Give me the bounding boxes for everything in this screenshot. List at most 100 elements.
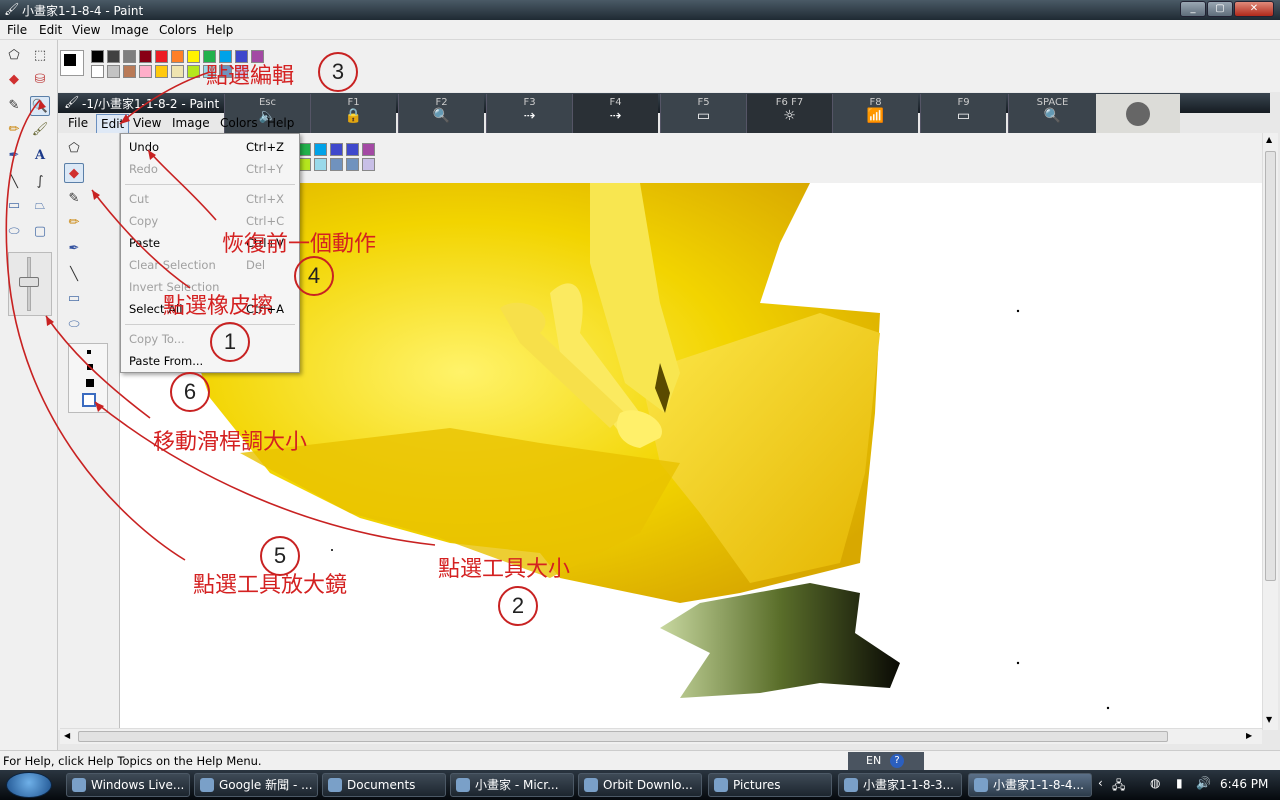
menu-file[interactable]: File [7, 23, 27, 37]
taskbar-button[interactable]: 小畫家1-1-8-4... [968, 773, 1092, 797]
edit-menu-item-copy-to[interactable]: Copy To... [129, 332, 185, 346]
color-swatch[interactable] [187, 65, 200, 78]
curve-icon[interactable]: ∫ [30, 172, 50, 192]
taskbar-button[interactable]: Windows Live... [66, 773, 190, 797]
start-button[interactable] [6, 772, 52, 798]
tray-volume-icon[interactable]: 🔊 [1196, 776, 1211, 790]
tray-power-icon[interactable]: ▮ [1176, 776, 1183, 790]
horizontal-scrollbar[interactable]: ◀ ▶ [60, 728, 1262, 744]
brush-icon[interactable]: 🖌 [30, 120, 50, 140]
edit-menu-item-undo[interactable]: Undo Ctrl+Z [129, 140, 284, 154]
taskbar-button[interactable]: Google 新聞 - ... [194, 773, 318, 797]
vertical-scroll-thumb[interactable] [1265, 151, 1276, 581]
inner-ellipse-icon[interactable]: ⬭ [64, 315, 84, 335]
color-swatch[interactable] [91, 50, 104, 63]
inner-free-select-icon[interactable]: ⬠ [64, 139, 84, 159]
size-option-4[interactable] [82, 393, 96, 407]
vertical-scrollbar[interactable]: ▲ ▼ [1262, 133, 1278, 730]
minimize-button[interactable]: _ [1180, 1, 1206, 17]
color-swatch[interactable] [139, 50, 152, 63]
inner-line-icon[interactable]: ╲ [64, 265, 84, 285]
color-swatch[interactable] [107, 50, 120, 63]
color-swatch[interactable] [107, 65, 120, 78]
inner-rectangle-icon[interactable]: ▭ [64, 289, 84, 309]
scroll-right-icon[interactable]: ▶ [1246, 731, 1252, 740]
fill-bucket-icon[interactable]: ⛁ [30, 70, 50, 90]
taskbar-button[interactable]: Orbit Downlo... [578, 773, 702, 797]
inner-color-swatch[interactable] [330, 158, 343, 171]
pencil-icon[interactable]: ✏ [4, 120, 24, 140]
menu-help[interactable]: Help [206, 23, 233, 37]
polygon-icon[interactable]: ⏢ [30, 196, 50, 216]
help-icon[interactable]: ? [890, 754, 904, 768]
scroll-up-icon[interactable]: ▲ [1266, 135, 1272, 144]
color-swatch[interactable] [171, 50, 184, 63]
inner-menu-view[interactable]: View [133, 116, 161, 130]
inner-color-swatch[interactable] [362, 158, 375, 171]
size-option-3[interactable] [86, 379, 94, 387]
taskbar-button[interactable]: 小畫家 - Micr... [450, 773, 574, 797]
menu-edit[interactable]: Edit [39, 23, 62, 37]
rounded-rect-icon[interactable]: ▢ [30, 222, 50, 242]
edit-menu-item-paste[interactable]: Paste Ctrl+V [129, 236, 284, 250]
scroll-left-icon[interactable]: ◀ [64, 731, 70, 740]
taskbar-button[interactable]: Documents [322, 773, 446, 797]
rect-select-icon[interactable]: ⬚ [30, 46, 50, 66]
inner-airbrush-icon[interactable]: ✒ [64, 239, 84, 259]
airbrush-icon[interactable]: ✒ [4, 146, 24, 166]
clock[interactable]: 6:46 PM [1220, 777, 1268, 791]
magnifier-icon[interactable]: 🔍 [30, 96, 50, 116]
inner-menu-file[interactable]: File [68, 116, 88, 130]
color-swatch[interactable] [139, 65, 152, 78]
size-option-2[interactable] [87, 364, 93, 370]
free-select-icon[interactable]: ⬠ [4, 46, 24, 66]
horizontal-scroll-thumb[interactable] [78, 731, 1168, 742]
tray-browser-icon[interactable]: ◍ [1150, 776, 1160, 790]
inner-eraser-icon[interactable]: ◆ [64, 163, 84, 183]
color-swatch[interactable] [187, 50, 200, 63]
inner-color-swatch[interactable] [330, 143, 343, 156]
inner-color-swatch[interactable] [346, 158, 359, 171]
menu-view[interactable]: View [72, 23, 100, 37]
taskbar-button[interactable]: Pictures [708, 773, 832, 797]
inner-menu-help[interactable]: Help [267, 116, 294, 130]
edit-menu-item-paste-from[interactable]: Paste From... [129, 354, 203, 368]
line-icon[interactable]: ╲ [4, 172, 24, 192]
maximize-button[interactable]: ▢ [1207, 1, 1233, 17]
edit-menu-item-copy[interactable]: Copy Ctrl+C [129, 214, 284, 228]
color-swatch[interactable] [171, 65, 184, 78]
inner-color-swatch[interactable] [314, 143, 327, 156]
inner-color-swatch[interactable] [314, 158, 327, 171]
menu-colors[interactable]: Colors [159, 23, 197, 37]
ellipse-icon[interactable]: ⬭ [4, 222, 24, 242]
window-title-bar[interactable]: 🖌 小畫家1-1-8-4 - Paint _ ▢ ✕ [0, 0, 1280, 20]
edit-menu-item-redo[interactable]: Redo Ctrl+Y [129, 162, 283, 176]
color-swatch[interactable] [155, 50, 168, 63]
inner-color-swatch[interactable] [362, 143, 375, 156]
current-colors[interactable] [60, 50, 84, 76]
close-button[interactable]: ✕ [1234, 1, 1274, 17]
inner-color-swatch[interactable] [346, 143, 359, 156]
edit-menu-item-clear-selection[interactable]: Clear Selection Del [129, 258, 265, 272]
menu-image[interactable]: Image [111, 23, 149, 37]
inner-menu-image[interactable]: Image [172, 116, 210, 130]
inner-pencil-icon[interactable]: ✏ [64, 213, 84, 233]
color-swatch[interactable] [155, 65, 168, 78]
text-icon[interactable]: A [30, 146, 50, 166]
inner-menu-edit[interactable]: Edit [96, 114, 130, 134]
color-swatch[interactable] [123, 50, 136, 63]
rectangle-icon[interactable]: ▭ [4, 196, 24, 216]
edit-menu-item-cut[interactable]: Cut Ctrl+X [129, 192, 284, 206]
tray-network-icon[interactable]: 🖧 [1112, 776, 1125, 797]
inner-color-picker-icon[interactable]: ✎ [64, 189, 84, 209]
color-swatch[interactable] [123, 65, 136, 78]
language-bar[interactable]: EN ? [848, 752, 924, 770]
color-swatch[interactable] [91, 65, 104, 78]
slider-thumb[interactable] [19, 277, 39, 287]
inner-menu-colors[interactable]: Colors [220, 116, 258, 130]
taskbar-button[interactable]: 小畫家1-1-8-3... [838, 773, 962, 797]
tray-chevron-icon[interactable]: ‹ [1098, 776, 1103, 790]
scroll-down-icon[interactable]: ▼ [1266, 715, 1272, 724]
color-picker-icon[interactable]: ✎ [4, 96, 24, 116]
size-option-1[interactable] [87, 350, 91, 354]
